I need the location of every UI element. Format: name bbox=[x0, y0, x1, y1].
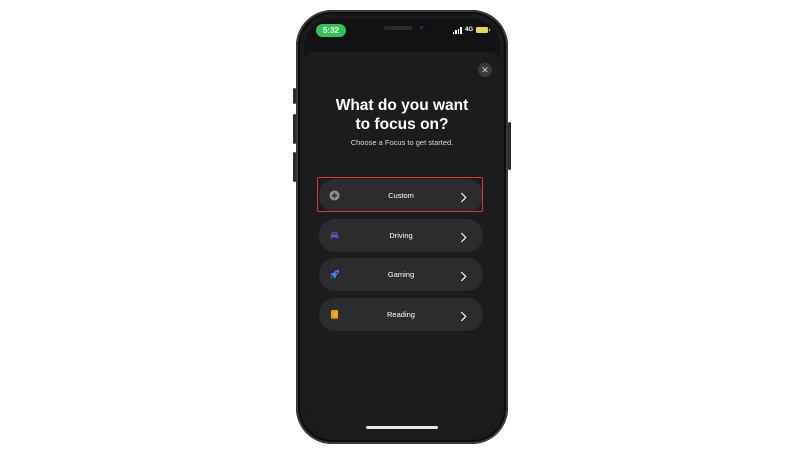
focus-option-custom[interactable]: Custom bbox=[317, 177, 483, 212]
home-indicator[interactable] bbox=[366, 426, 438, 429]
mute-switch bbox=[293, 88, 296, 104]
close-button[interactable]: ✕ bbox=[478, 63, 492, 77]
network-type: 4G bbox=[464, 27, 473, 33]
page-subtitle: Choose a Focus to get started. bbox=[350, 138, 454, 147]
chevron-right-icon bbox=[458, 190, 469, 203]
phone-screen: 5:32 4G ✕ What do you want to focus on? bbox=[304, 18, 500, 436]
front-camera bbox=[418, 24, 425, 31]
status-bar: 5:32 4G bbox=[304, 18, 500, 46]
focus-options-list: Custom Driving Gaming Reading bbox=[317, 177, 483, 337]
volume-down-button bbox=[293, 152, 296, 182]
phone-frame: 5:32 4G ✕ What do you want to focus on? bbox=[293, 10, 511, 444]
chevron-right-icon bbox=[458, 269, 469, 282]
focus-option-driving[interactable]: Driving bbox=[319, 218, 483, 252]
status-time: 5:32 bbox=[316, 24, 346, 37]
page-title-line-1: What do you want bbox=[335, 97, 469, 114]
page-title: What do you want to focus on? bbox=[304, 96, 500, 134]
power-button bbox=[508, 122, 511, 170]
stage: 5:32 4G ✕ What do you want to focus on? bbox=[0, 0, 800, 450]
signal-icon bbox=[452, 27, 462, 34]
battery-icon bbox=[476, 27, 490, 33]
focus-option-gaming[interactable]: Gaming bbox=[319, 258, 483, 291]
focus-setup-sheet: ✕ What do you want to focus on? Choose a… bbox=[304, 52, 500, 436]
focus-option-reading[interactable]: Reading bbox=[319, 297, 483, 331]
chevron-right-icon bbox=[458, 309, 469, 321]
status-indicators: 4G bbox=[452, 25, 490, 35]
chevron-right-icon bbox=[458, 230, 469, 242]
earpiece-speaker bbox=[384, 26, 412, 30]
page-title-line-2: to focus on? bbox=[355, 116, 449, 133]
volume-up-button bbox=[293, 114, 296, 144]
